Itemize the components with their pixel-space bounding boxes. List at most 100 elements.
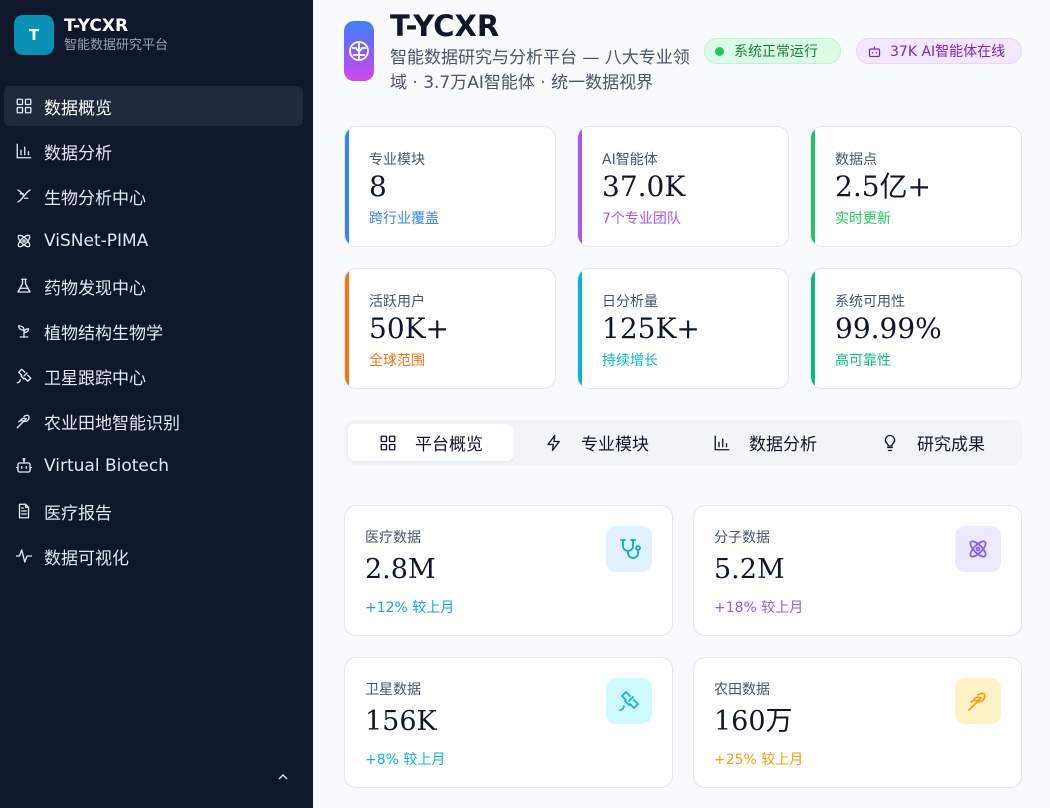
sidebar-item-overview[interactable]: 数据概览 (4, 86, 303, 126)
data-card-change: +18% 较上月 (714, 600, 804, 616)
tab-research-results[interactable]: 研究成果 (855, 424, 1021, 461)
brand-logo: T (14, 15, 54, 55)
lightbulb-icon (884, 434, 896, 451)
brand[interactable]: T T-YCXR 智能数据研究平台 (14, 15, 168, 55)
sidebar-item-analysis[interactable]: 数据分析 (4, 131, 303, 171)
sidebar-item-agri-field[interactable]: 农业田地智能识别 (4, 401, 303, 441)
data-card-value: 5.2M (714, 554, 785, 585)
data-card-molecular: 分子数据 5.2M +18% 较上月 (693, 505, 1022, 636)
sidebar-item-visnet[interactable]: ViSNet-PIMA (4, 221, 303, 261)
stat-card-daily-analysis: 日分析量 125K+ 持续增长 (577, 268, 789, 389)
sidebar-item-label: 医疗报告 (44, 503, 112, 524)
bot-icon (868, 46, 881, 57)
document-icon (14, 501, 34, 521)
data-card-change: +8% 较上月 (365, 752, 446, 768)
sidebar-item-label: 药物发现中心 (44, 278, 146, 299)
bar-chart-icon (14, 141, 34, 161)
wheat-icon (955, 678, 1001, 724)
stat-label: 日分析量 (602, 294, 658, 310)
stat-value: 125K+ (602, 312, 700, 345)
stat-value: 8 (369, 170, 387, 203)
data-card-satellite: 卫星数据 156K +8% 较上月 (344, 657, 673, 788)
tab-label: 研究成果 (917, 435, 985, 455)
grid-icon (380, 435, 396, 450)
tab-modules[interactable]: 专业模块 (518, 424, 684, 461)
sidebar-item-label: 数据分析 (44, 143, 112, 164)
sidebar: T T-YCXR 智能数据研究平台 数据概览 数据分析 生物分析中心 ViSNe… (0, 0, 313, 808)
stat-label: 活跃用户 (369, 294, 425, 310)
sidebar-nav: 数据概览 数据分析 生物分析中心 ViSNet-PIMA 药物发现中心 植物结构… (4, 86, 303, 581)
sidebar-item-plant-biology[interactable]: 植物结构生物学 (4, 311, 303, 351)
data-card-value: 156K (365, 706, 437, 737)
stat-card-availability: 系统可用性 99.99% 高可靠性 (810, 268, 1022, 389)
system-status-badge: 系统正常运行 (704, 38, 841, 64)
wheat-icon (14, 411, 34, 431)
tab-label: 平台概览 (415, 435, 483, 455)
data-card-farmland: 农田数据 160万 +25% 较上月 (693, 657, 1022, 788)
tab-label: 数据分析 (749, 435, 817, 455)
stat-label: AI智能体 (602, 152, 658, 168)
stat-note: 7个专业团队 (602, 211, 681, 227)
data-card-label: 卫星数据 (365, 682, 421, 698)
stethoscope-icon (606, 526, 652, 572)
stat-label: 专业模块 (369, 152, 425, 168)
activity-icon (14, 546, 34, 566)
stat-card-data-points: 数据点 2.5亿+ 实时更新 (810, 126, 1022, 247)
satellite-icon (606, 678, 652, 724)
stat-value: 50K+ (369, 312, 450, 345)
grid-icon (14, 96, 34, 116)
brand-name: T-YCXR (64, 15, 129, 36)
main-content: T-YCXR 智能数据研究与分析平台 — 八大专业领域 · 3.7万AI智能体 … (313, 0, 1050, 808)
stat-card-ai-agents: AI智能体 37.0K 7个专业团队 (577, 126, 789, 247)
sidebar-item-label: 数据可视化 (44, 548, 129, 569)
data-card-medical: 医疗数据 2.8M +12% 较上月 (344, 505, 673, 636)
sidebar-item-drug-discovery[interactable]: 药物发现中心 (4, 266, 303, 306)
atom-icon (955, 526, 1001, 572)
bot-icon (14, 456, 34, 476)
sidebar-item-label: 生物分析中心 (44, 188, 146, 209)
satellite-icon (14, 366, 34, 386)
stat-value: 2.5亿+ (835, 170, 931, 203)
data-card-value: 160万 (714, 706, 793, 737)
tab-label: 专业模块 (581, 435, 649, 455)
page-title: T-YCXR (390, 9, 500, 43)
data-card-change: +25% 较上月 (714, 752, 804, 768)
sidebar-item-label: 农业田地智能识别 (44, 413, 180, 434)
lightning-icon (547, 434, 560, 451)
sidebar-item-virtual-biotech[interactable]: Virtual Biotech (4, 446, 303, 486)
stat-card-modules: 专业模块 8 跨行业覆盖 (344, 126, 556, 247)
ai-badge-label: 37K AI智能体在线 (890, 44, 1006, 60)
tab-data-analysis[interactable]: 数据分析 (687, 424, 853, 461)
sidebar-item-satellite[interactable]: 卫星跟踪中心 (4, 356, 303, 396)
sidebar-item-visualization[interactable]: 数据可视化 (4, 536, 303, 576)
sidebar-collapse-button[interactable] (272, 766, 294, 788)
data-card-label: 农田数据 (714, 682, 770, 698)
stat-value: 37.0K (602, 170, 686, 203)
sidebar-item-label: Virtual Biotech (44, 456, 169, 476)
stat-value: 99.99% (835, 312, 942, 345)
status-badge-label: 系统正常运行 (734, 44, 818, 60)
sidebar-item-label: 卫星跟踪中心 (44, 368, 146, 389)
data-card-label: 分子数据 (714, 530, 770, 546)
stat-label: 数据点 (835, 152, 877, 168)
flask-icon (14, 276, 34, 296)
bar-chart-icon (714, 435, 730, 450)
sidebar-item-label: ViSNet-PIMA (44, 231, 149, 251)
brand-subtitle: 智能数据研究平台 (64, 37, 169, 53)
page-subtitle: 智能数据研究与分析平台 — 八大专业领域 · 3.7万AI智能体 · 统一数据视… (390, 48, 690, 93)
data-card-value: 2.8M (365, 554, 436, 585)
tab-platform-overview[interactable]: 平台概览 (348, 424, 514, 461)
sidebar-item-bio-center[interactable]: 生物分析中心 (4, 176, 303, 216)
data-card-label: 医疗数据 (365, 530, 421, 546)
sidebar-item-label: 数据概览 (44, 98, 112, 119)
stat-note: 实时更新 (835, 211, 891, 227)
data-card-change: +12% 较上月 (365, 600, 455, 616)
tab-bar: 平台概览 专业模块 数据分析 研究成果 (344, 420, 1022, 465)
sidebar-item-medical-report[interactable]: 医疗报告 (4, 491, 303, 531)
dna-icon (14, 186, 34, 206)
ai-agents-badge: 37K AI智能体在线 (856, 38, 1022, 64)
stat-note: 全球范围 (369, 353, 425, 369)
stat-note: 高可靠性 (835, 353, 891, 369)
atom-icon (14, 231, 34, 251)
brain-icon (344, 21, 374, 81)
